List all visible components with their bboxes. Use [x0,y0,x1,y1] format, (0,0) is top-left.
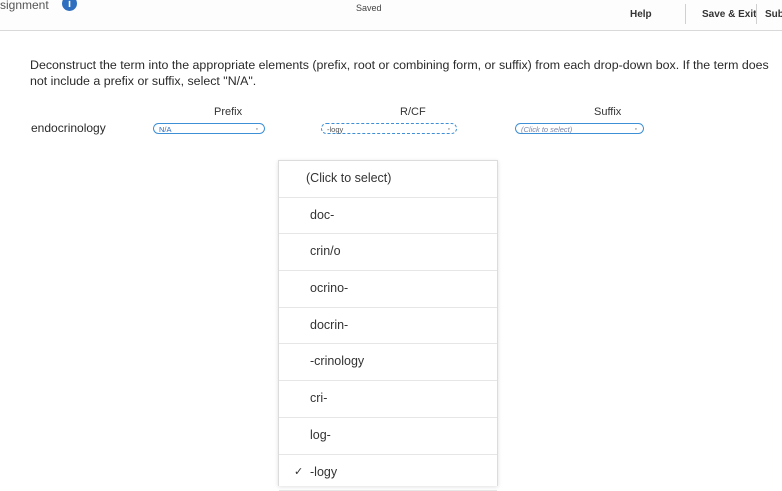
menu-option-selected[interactable]: ✓ -logy [279,455,497,491]
saved-status: Saved [356,3,382,13]
root-dropdown-menu: (Click to select) doc- crin/o ocrino- do… [278,160,498,486]
menu-option[interactable]: docrin- [279,308,497,345]
prefix-dropdown[interactable]: N/A ◦ [153,123,265,134]
suffix-column-header: Suffix [594,106,621,118]
prefix-dropdown-value: N/A [159,125,172,134]
root-dropdown[interactable]: -logy ◦ [321,123,457,134]
root-dropdown-value: -logy [327,125,343,134]
chevron-down-icon: ◦ [635,124,637,135]
menu-option-label: doc- [310,208,334,222]
menu-option[interactable]: cri- [279,381,497,418]
submit-link[interactable]: Sub [765,9,782,20]
instructions-text: Deconstruct the term into the appropriat… [30,57,780,89]
suffix-dropdown-value: (Click to select) [521,125,572,134]
menu-option[interactable]: doc- [279,198,497,235]
save-exit-link[interactable]: Save & Exit [702,9,756,20]
root-column-header: R/CF [400,106,426,118]
term-label: endocrinology [31,121,106,135]
chevron-down-icon: ◦ [256,124,258,135]
menu-option[interactable]: (Click to select) [279,161,497,198]
menu-option-label: cri- [310,391,327,405]
menu-option[interactable]: crin/o [279,234,497,271]
info-icon[interactable]: i [62,0,77,11]
menu-option[interactable]: -crinology [279,344,497,381]
prefix-column-header: Prefix [214,106,242,118]
menu-option-label: -crinology [310,354,364,368]
divider [685,4,686,24]
menu-option[interactable]: log- [279,418,497,455]
menu-option-label: crin/o [310,244,341,258]
assignment-title: signment [0,0,49,12]
chevron-down-icon: ◦ [448,124,450,135]
menu-option[interactable]: ocrino- [279,271,497,308]
menu-option-label: ocrino- [310,281,348,295]
menu-option-label: (Click to select) [306,171,391,185]
help-link[interactable]: Help [630,9,652,20]
top-bar: signment i Saved Help Save & Exit Sub [0,0,782,31]
suffix-dropdown[interactable]: (Click to select) ◦ [515,123,644,134]
menu-option-label: docrin- [310,318,348,332]
menu-option-label: -logy [310,465,337,479]
menu-option-label: log- [310,428,331,442]
divider [756,4,757,24]
